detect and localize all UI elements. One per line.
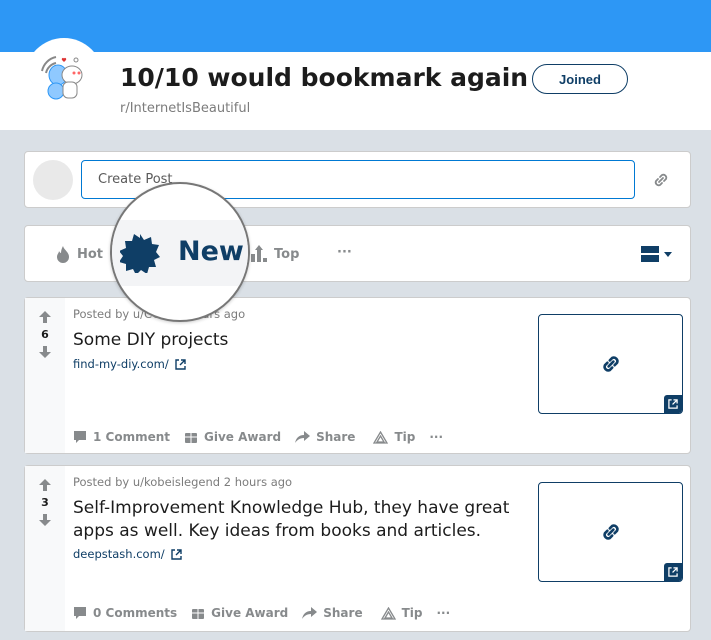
tip-icon [373, 430, 389, 444]
comments-button[interactable]: 0 Comments [73, 606, 177, 620]
flame-icon [57, 246, 69, 263]
tip-icon [380, 606, 396, 620]
external-link-icon [170, 548, 182, 560]
vote-count: 6 [41, 328, 49, 341]
community-banner [0, 0, 711, 52]
link-icon[interactable] [651, 170, 671, 190]
vote-column: 6 [25, 298, 65, 453]
caret-down-icon [664, 251, 672, 257]
upvote-icon[interactable] [38, 310, 52, 324]
layout-switcher[interactable] [641, 246, 672, 262]
vote-count: 3 [41, 496, 49, 509]
downvote-icon[interactable] [38, 345, 52, 359]
subreddit-name[interactable]: r/InternetIsBeautiful [120, 101, 250, 116]
tip-label: Tip [394, 430, 416, 444]
post-card[interactable]: 6 Posted by u/CC urs ago Some DIY project… [24, 297, 691, 454]
sort-top-label: Top [274, 246, 300, 262]
comments-label: 0 Comments [93, 606, 178, 620]
top-chart-icon [251, 245, 267, 262]
link-thumbnail[interactable] [538, 482, 683, 582]
share-icon [295, 430, 311, 443]
sort-hot-label: Hot [77, 246, 104, 262]
sort-top[interactable]: Top [250, 245, 299, 263]
post-link-text: find-my-diy.com/ [73, 357, 169, 371]
more-options-button[interactable]: ··· [436, 606, 450, 620]
joined-button[interactable]: Joined [532, 64, 628, 94]
sort-hot[interactable]: Hot [55, 245, 103, 263]
link-icon [602, 524, 619, 540]
share-icon [302, 606, 318, 619]
give-award-button[interactable]: Give Award [191, 606, 288, 620]
share-button[interactable]: Share [295, 430, 355, 444]
comment-icon [74, 431, 86, 443]
post-title[interactable]: Self-Improvement Knowledge Hub, they hav… [73, 497, 523, 543]
post-actions: 1 Comment Give Award Share Tip ··· [73, 430, 443, 444]
link-thumbnail[interactable] [538, 314, 683, 414]
comments-label: 1 Comment [93, 430, 171, 444]
community-avatar [25, 38, 103, 116]
share-label: Share [323, 606, 363, 620]
post-link[interactable]: find-my-diy.com/ [73, 357, 186, 371]
gift-icon [192, 609, 205, 619]
share-label: Share [316, 430, 356, 444]
upvote-icon[interactable] [38, 478, 52, 492]
post-title[interactable]: Some DIY projects [73, 329, 523, 352]
comments-button[interactable]: 1 Comment [73, 430, 170, 444]
tip-button[interactable]: Tip [373, 430, 415, 444]
comment-icon [74, 607, 86, 619]
post-actions: 0 Comments Give Award Share Tip ··· [73, 606, 450, 620]
post-link[interactable]: deepstash.com/ [73, 547, 182, 561]
post-card[interactable]: 3 Posted by u/kobeislegend 2 hours ago S… [24, 465, 691, 632]
user-avatar[interactable] [33, 160, 73, 200]
link-icon [602, 356, 619, 372]
gift-icon [185, 433, 198, 443]
new-burst-icon [120, 234, 160, 273]
external-link-icon [175, 358, 186, 370]
create-post-card: Create Post [24, 151, 691, 208]
give-award-label: Give Award [211, 606, 289, 620]
give-award-button[interactable]: Give Award [184, 430, 281, 444]
give-award-label: Give Award [204, 430, 282, 444]
card-layout-icon [641, 246, 659, 262]
snoo-globe-icon [41, 56, 83, 100]
post-link-text: deepstash.com/ [73, 547, 165, 561]
page-title: 10/10 would bookmark again [120, 63, 529, 92]
external-link-icon [664, 395, 682, 413]
tip-label: Tip [401, 606, 423, 620]
more-sort-options[interactable]: ··· [337, 245, 352, 260]
sort-new-label: New [178, 236, 244, 267]
external-link-icon [664, 563, 682, 581]
post-meta: Posted by u/kobeislegend 2 hours ago [73, 475, 293, 489]
more-options-button[interactable]: ··· [429, 430, 443, 444]
magnifier-new-sort[interactable]: New [110, 182, 250, 322]
vote-column: 3 [25, 466, 65, 631]
downvote-icon[interactable] [38, 513, 52, 527]
share-button[interactable]: Share [302, 606, 363, 620]
tip-button[interactable]: Tip [380, 606, 423, 620]
